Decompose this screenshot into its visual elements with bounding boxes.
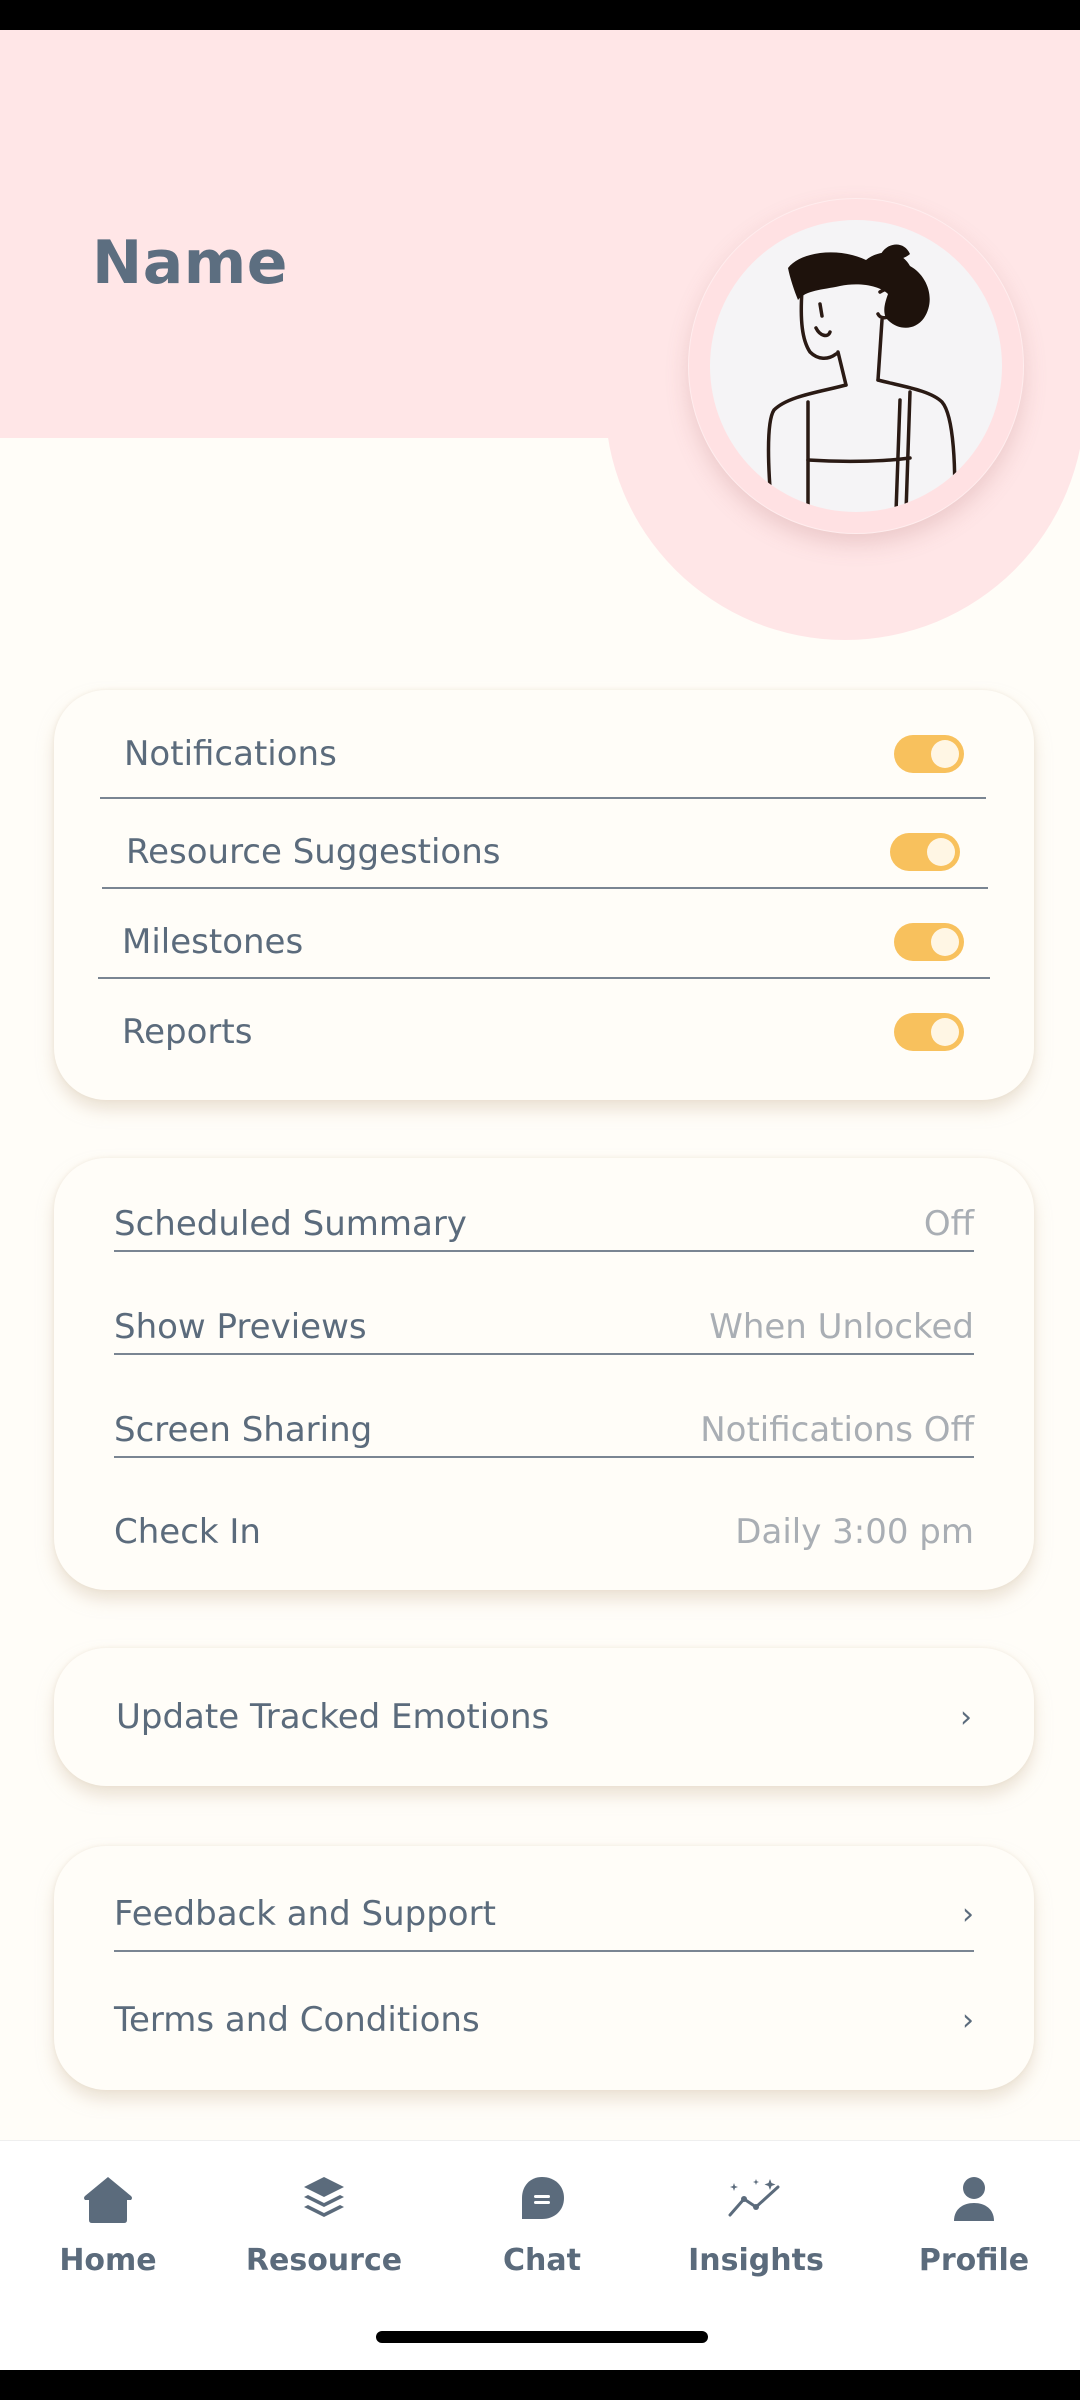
screen-sharing-label: Screen Sharing — [114, 1410, 373, 1450]
milestones-row[interactable]: Milestones — [122, 918, 964, 966]
nav-profile-label: Profile — [918, 2243, 1030, 2278]
notifications-card: Notifications Resource Suggestions Miles… — [54, 690, 1034, 1100]
toggle-knob — [931, 1018, 959, 1046]
bottom-edge — [0, 2370, 1080, 2400]
update-tracked-emotions-label: Update Tracked Emotions — [116, 1697, 550, 1737]
home-icon — [18, 2169, 198, 2229]
status-bar — [0, 0, 1080, 30]
screen-sharing-value: Notifications Off — [700, 1410, 974, 1450]
divider — [102, 887, 988, 889]
divider — [114, 1250, 974, 1252]
feedback-and-support-row[interactable]: Feedback and Support › — [114, 1890, 974, 1938]
notifications-label: Notifications — [124, 734, 337, 774]
nav-insights[interactable]: Insights — [666, 2169, 846, 2278]
settings-card: Scheduled Summary Off Show Previews When… — [54, 1158, 1034, 1590]
toggle-knob — [931, 928, 959, 956]
resource-suggestions-toggle[interactable] — [890, 833, 960, 871]
terms-and-conditions-label: Terms and Conditions — [114, 2000, 480, 2040]
nav-insights-label: Insights — [688, 2243, 824, 2278]
woman-illustration — [766, 244, 957, 512]
nav-profile[interactable]: Profile — [884, 2169, 1064, 2278]
nav-chat[interactable]: Chat — [452, 2169, 632, 2278]
feedback-and-support-label: Feedback and Support — [114, 1894, 496, 1934]
check-in-value: Daily 3:00 pm — [735, 1512, 974, 1552]
nav-home-label: Home — [59, 2243, 157, 2278]
toggle-knob — [931, 740, 959, 768]
layers-icon — [234, 2169, 414, 2229]
notifications-row[interactable]: Notifications — [124, 730, 964, 778]
show-previews-row[interactable]: Show Previews When Unlocked — [114, 1303, 974, 1351]
scheduled-summary-label: Scheduled Summary — [114, 1204, 467, 1244]
show-previews-label: Show Previews — [114, 1307, 367, 1347]
check-in-row[interactable]: Check In Daily 3:00 pm — [114, 1508, 974, 1556]
scheduled-summary-row[interactable]: Scheduled Summary Off — [114, 1200, 974, 1248]
nav-resource[interactable]: Resource — [234, 2169, 414, 2278]
notifications-toggle[interactable] — [894, 735, 964, 773]
chevron-right-icon: › — [962, 2002, 974, 2038]
reports-label: Reports — [122, 1012, 253, 1052]
terms-and-conditions-row[interactable]: Terms and Conditions › — [114, 1996, 974, 2044]
screen-sharing-row[interactable]: Screen Sharing Notifications Off — [114, 1406, 974, 1454]
check-in-label: Check In — [114, 1512, 261, 1552]
nav-resource-label: Resource — [245, 2243, 403, 2278]
milestones-label: Milestones — [122, 922, 304, 962]
divider — [114, 1950, 974, 1952]
resource-suggestions-row[interactable]: Resource Suggestions — [126, 828, 960, 876]
milestones-toggle[interactable] — [894, 923, 964, 961]
chevron-right-icon: › — [960, 1699, 972, 1735]
nav-chat-label: Chat — [503, 2243, 581, 2278]
divider — [98, 977, 990, 979]
insights-icon — [666, 2169, 846, 2229]
reports-row[interactable]: Reports — [122, 1008, 964, 1056]
reports-toggle[interactable] — [894, 1013, 964, 1051]
avatar[interactable] — [710, 220, 1002, 512]
scheduled-summary-value: Off — [923, 1204, 974, 1244]
resource-suggestions-label: Resource Suggestions — [126, 832, 501, 872]
profile-icon — [884, 2169, 1064, 2229]
nav-home[interactable]: Home — [18, 2169, 198, 2278]
show-previews-value: When Unlocked — [709, 1307, 974, 1347]
toggle-knob — [927, 838, 955, 866]
divider — [100, 797, 986, 799]
support-card: Feedback and Support › Terms and Conditi… — [54, 1846, 1034, 2090]
chat-icon — [452, 2169, 632, 2229]
tracked-emotions-card[interactable]: Update Tracked Emotions › — [54, 1648, 1034, 1786]
divider — [114, 1353, 974, 1355]
page-title: Name — [92, 228, 288, 298]
divider — [114, 1456, 974, 1458]
home-indicator[interactable] — [376, 2331, 708, 2343]
chevron-right-icon: › — [962, 1896, 974, 1932]
update-tracked-emotions-row[interactable]: Update Tracked Emotions › — [116, 1693, 972, 1741]
